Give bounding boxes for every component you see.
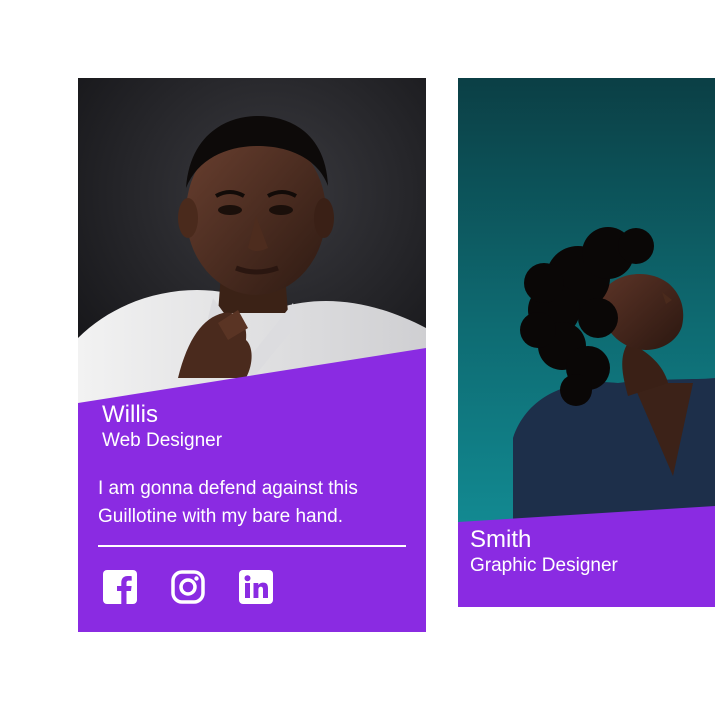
team-card-willis: Willis Web Designer I am gonna defend ag… [78, 78, 426, 632]
member-role: Web Designer [102, 430, 223, 451]
accent-band [78, 348, 426, 632]
member-bio: I am gonna defend against this Guillotin… [98, 478, 358, 527]
instagram-icon[interactable] [170, 569, 206, 605]
divider [98, 545, 406, 547]
linkedin-icon[interactable] [238, 569, 274, 605]
member-role: Graphic Designer [470, 555, 618, 576]
member-name: Smith [470, 526, 532, 553]
member-name: Willis [102, 401, 158, 428]
facebook-icon[interactable] [102, 569, 138, 605]
team-card-smith: Smith Graphic Designer [458, 78, 715, 607]
team-section: Willis Web Designer I am gonna defend ag… [0, 0, 715, 716]
